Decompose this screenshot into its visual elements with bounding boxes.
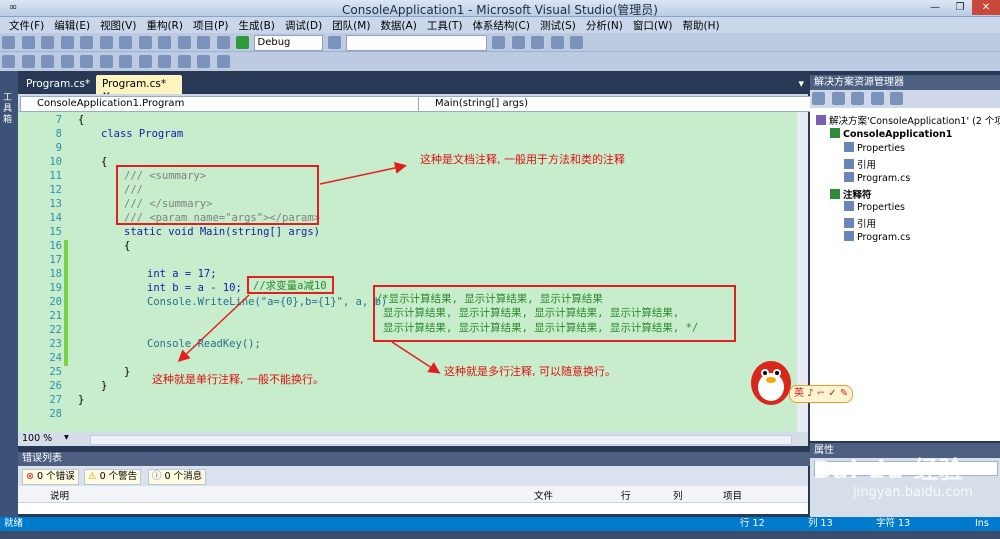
status-col: 列 13 — [808, 518, 833, 529]
error-list-toolbar: ⊗ 0 个错误 ⚠ 0 个警告 ⓘ 0 个消息 — [18, 466, 808, 486]
doc-comment-annotation: 这种是文档注释, 一般用于方法和类的注释 — [420, 153, 625, 166]
properties-icon[interactable] — [812, 92, 825, 105]
status-mode: Ins — [975, 518, 989, 529]
solution-tree-item[interactable]: 引用 — [844, 157, 876, 171]
windows-taskbar — [0, 531, 1000, 539]
class-diagram-icon[interactable] — [890, 92, 903, 105]
zoom-dropdown-icon[interactable]: ▾ — [64, 432, 69, 443]
watermark-url: jingyan.baidu.com — [853, 485, 973, 500]
tree-node-icon — [844, 159, 854, 170]
status-char: 字符 13 — [876, 518, 911, 529]
col-project[interactable]: 项目 — [723, 488, 742, 502]
warning-icon: ⚠ — [88, 471, 97, 482]
tree-item-label: Program.cs — [857, 231, 911, 243]
horizontal-scrollbar[interactable] — [90, 435, 792, 445]
arrow-single — [177, 294, 250, 363]
col-description[interactable]: 说明 — [50, 488, 69, 502]
qq-input-toolbar[interactable]: 英 ♪ ⌐ ✓ ✎ — [789, 385, 854, 403]
zoom-bar: 100 % ▾ — [18, 432, 808, 446]
refresh-icon[interactable] — [851, 92, 864, 105]
error-icon: ⊗ — [26, 471, 34, 482]
tree-item-label: 引用 — [857, 218, 877, 230]
warnings-count: 0 个警告 — [99, 471, 138, 482]
arrow-multi — [391, 341, 441, 374]
solution-tree-item[interactable]: Program.cs — [844, 171, 911, 184]
solution-tree-item[interactable]: ConsoleApplication1 — [830, 127, 953, 140]
status-bar: 就绪 行 12 列 13 字符 13 Ins — [0, 517, 1000, 531]
tree-item-label: Program.cs — [857, 172, 911, 184]
tree-node-icon — [844, 142, 854, 153]
tree-item-label: Properties — [857, 202, 906, 214]
col-line[interactable]: 行 — [621, 488, 631, 502]
status-text: 就绪 — [4, 518, 24, 529]
qq-penguin-icon — [751, 361, 791, 405]
messages-count: 0 个消息 — [164, 471, 203, 482]
error-list-panel: 错误列表 ⊗ 0 个错误 ⚠ 0 个警告 ⓘ 0 个消息 说明 文件 行 列 项… — [18, 452, 812, 514]
status-row: 行 12 — [740, 518, 765, 529]
tree-node-icon — [830, 188, 840, 199]
col-file[interactable]: 文件 — [534, 488, 553, 502]
show-all-files-icon[interactable] — [831, 92, 845, 105]
multi-comment-annotation: 这种就是多行注释, 可以随意换行。 — [444, 365, 616, 378]
tree-node-icon — [844, 171, 854, 182]
tree-node-icon — [844, 230, 854, 241]
qq-input-widget[interactable]: 英 ♪ ⌐ ✓ ✎ — [745, 355, 875, 410]
solution-tree-item[interactable]: Program.cs — [844, 230, 911, 243]
view-code-icon[interactable] — [870, 92, 884, 105]
solution-explorer-toolbar — [810, 90, 1000, 108]
info-icon: ⓘ — [152, 471, 162, 482]
tree-node-icon — [844, 217, 854, 228]
solution-tree-item[interactable]: 引用 — [844, 216, 876, 230]
tree-item-label: Properties — [857, 143, 906, 155]
zoom-level[interactable]: 100 % — [22, 433, 52, 444]
error-list-columns: 说明 文件 行 列 项目 — [18, 486, 808, 503]
watermark-brand: Bai du 经验 — [813, 456, 964, 484]
error-list-title: 错误列表 — [18, 452, 812, 466]
arrow-doc — [319, 162, 407, 185]
tree-item-label: 解决方案'ConsoleApplication1' (2 个项 — [829, 116, 1000, 127]
single-comment-annotation: 这种就是单行注释, 一般不能换行。 — [152, 373, 324, 386]
errors-count: 0 个错误 — [37, 471, 75, 482]
baidu-watermark: Bai du 经验 jingyan.baidu.com — [813, 450, 998, 512]
tree-node-icon — [816, 115, 826, 125]
tree-item-label: 引用 — [857, 160, 877, 172]
solution-explorer-title: 解决方案资源管理器 — [810, 75, 1000, 90]
tree-node-icon — [830, 127, 840, 138]
tree-node-icon — [844, 201, 854, 212]
col-column[interactable]: 列 — [673, 488, 683, 502]
errors-filter-button[interactable]: ⊗ 0 个错误 — [22, 469, 79, 485]
messages-filter-button[interactable]: ⓘ 0 个消息 — [148, 469, 207, 485]
solution-tree-item[interactable]: Properties — [844, 142, 905, 154]
solution-tree-item[interactable]: 解决方案'ConsoleApplication1' (2 个项 — [816, 113, 1000, 127]
solution-tree-item[interactable]: Properties — [844, 201, 905, 213]
tree-item-label: 注释符 — [843, 189, 872, 201]
warnings-filter-button[interactable]: ⚠ 0 个警告 — [84, 469, 142, 485]
tree-item-label: ConsoleApplication1 — [843, 128, 953, 140]
solution-tree-item[interactable]: 注释符 — [830, 187, 872, 201]
